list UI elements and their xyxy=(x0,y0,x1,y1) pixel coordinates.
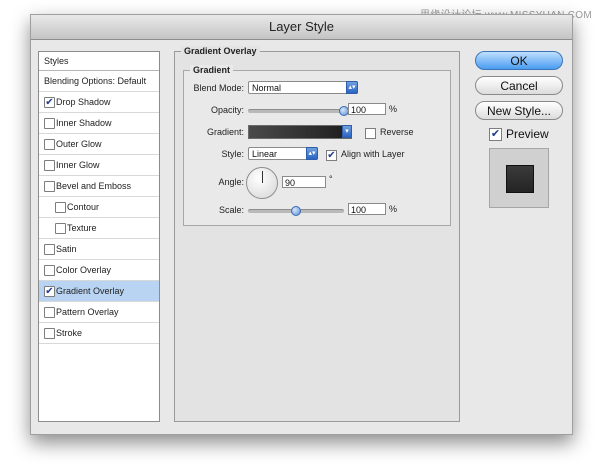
style-item-pattern-overlay[interactable]: Pattern Overlay xyxy=(39,302,159,323)
up-down-arrows-icon: ▴▾ xyxy=(346,81,358,94)
style-item-checkbox[interactable] xyxy=(44,181,55,192)
up-down-arrows-icon: ▴▾ xyxy=(306,147,318,160)
group-title: Gradient Overlay xyxy=(181,46,260,56)
gradient-overlay-panel: Gradient Overlay Gradient Blend Mode: No… xyxy=(174,46,460,422)
style-item-checkbox[interactable] xyxy=(55,223,66,234)
style-item-label: Bevel and Emboss xyxy=(56,181,132,191)
style-item-contour[interactable]: Contour xyxy=(39,197,159,218)
style-item-checkbox[interactable] xyxy=(44,244,55,255)
style-item-checkbox[interactable] xyxy=(44,139,55,150)
angle-dial[interactable] xyxy=(246,167,278,199)
opacity-unit: % xyxy=(389,104,398,114)
blend-mode-label: Blend Mode: xyxy=(193,83,244,93)
styles-list: Blending Options: Default ✔ Drop Shadow Inn… xyxy=(39,71,159,344)
opacity-label: Opacity: xyxy=(210,105,244,115)
style-item-label: Inner Glow xyxy=(56,160,100,170)
new-style-button[interactable]: New Style... xyxy=(475,101,563,120)
checkmark-icon: ✔ xyxy=(45,286,54,297)
layer-style-dialog: Layer Style Styles Blending Options: Def… xyxy=(30,14,573,435)
align-with-layer-label: Align with Layer xyxy=(341,149,405,159)
style-item-label: Blending Options: Default xyxy=(44,76,147,86)
checkmark-icon: ✔ xyxy=(327,150,336,161)
reverse-label: Reverse xyxy=(380,127,414,137)
preview-label: Preview xyxy=(506,127,549,141)
scale-label: Scale: xyxy=(218,205,244,215)
style-item-inner-shadow[interactable]: Inner Shadow xyxy=(39,113,159,134)
scale-input[interactable]: 100 xyxy=(348,203,386,215)
style-item-inner-glow[interactable]: Inner Glow xyxy=(39,155,159,176)
style-label: Style: xyxy=(221,149,244,159)
style-item-color-overlay[interactable]: Color Overlay xyxy=(39,260,159,281)
style-item-bevel-and-emboss[interactable]: Bevel and Emboss xyxy=(39,176,159,197)
gradient-label: Gradient: xyxy=(206,127,244,137)
style-item-label: Pattern Overlay xyxy=(56,307,119,317)
style-select[interactable]: Linear ▴▾ xyxy=(248,147,318,160)
style-item-gradient-overlay[interactable]: ✔ Gradient Overlay xyxy=(39,281,159,302)
style-item-checkbox[interactable] xyxy=(44,328,55,339)
ok-button[interactable]: OK xyxy=(475,51,563,70)
preview-checkbox[interactable]: ✔ xyxy=(489,128,502,141)
scale-slider[interactable] xyxy=(248,206,344,216)
style-value: Linear xyxy=(252,149,278,159)
style-item-label: Satin xyxy=(56,244,77,254)
subgroup-title: Gradient xyxy=(190,65,234,75)
style-item-texture[interactable]: Texture xyxy=(39,218,159,239)
angle-needle xyxy=(262,171,263,183)
style-item-label: Color Overlay xyxy=(56,265,112,275)
style-item-label: Texture xyxy=(67,223,97,233)
style-item-label: Contour xyxy=(67,202,100,212)
style-item-label: Stroke xyxy=(56,328,83,338)
style-item-checkbox[interactable] xyxy=(44,160,55,171)
scale-slider-thumb[interactable] xyxy=(291,206,301,216)
checkmark-icon: ✔ xyxy=(490,128,501,140)
style-item-checkbox[interactable] xyxy=(55,202,66,213)
angle-input[interactable]: 90 xyxy=(282,176,326,188)
style-item-label: Gradient Overlay xyxy=(56,286,125,296)
style-preview xyxy=(489,148,549,208)
style-item-satin[interactable]: Satin xyxy=(39,239,159,260)
dialog-title: Layer Style xyxy=(31,15,572,40)
styles-list-panel: Styles Blending Options: Default ✔ Drop Sh… xyxy=(38,51,160,422)
style-item-stroke[interactable]: Stroke xyxy=(39,323,159,344)
style-item-checkbox[interactable] xyxy=(44,118,55,129)
blend-mode-value: Normal xyxy=(252,83,282,93)
opacity-input[interactable]: 100 xyxy=(348,103,386,115)
opacity-slider[interactable] xyxy=(248,106,349,116)
style-item-label: Drop Shadow xyxy=(56,97,111,107)
styles-header[interactable]: Styles xyxy=(39,52,159,71)
scale-unit: % xyxy=(389,204,398,214)
dropdown-arrow-icon: ▾ xyxy=(342,125,352,138)
style-item-label: Outer Glow xyxy=(56,139,102,149)
style-item-checkbox[interactable] xyxy=(44,307,55,318)
checkmark-icon: ✔ xyxy=(45,97,54,108)
style-item-drop-shadow[interactable]: ✔ Drop Shadow xyxy=(39,92,159,113)
style-item-blending-options-default[interactable]: Blending Options: Default xyxy=(39,71,159,92)
reverse-checkbox[interactable] xyxy=(365,128,376,139)
style-item-checkbox[interactable]: ✔ xyxy=(44,286,55,297)
angle-unit: ° xyxy=(329,174,333,184)
style-item-label: Inner Shadow xyxy=(56,118,112,128)
gradient-picker[interactable]: ▾ xyxy=(248,125,352,139)
style-item-checkbox[interactable]: ✔ xyxy=(44,97,55,108)
gradient-group-box: Gradient Blend Mode: Normal ▴▾ Opacity: … xyxy=(183,65,451,226)
preview-swatch xyxy=(506,165,534,193)
style-item-outer-glow[interactable]: Outer Glow xyxy=(39,134,159,155)
style-item-checkbox[interactable] xyxy=(44,265,55,276)
align-with-layer-checkbox[interactable]: ✔ xyxy=(326,150,337,161)
angle-label: Angle: xyxy=(218,177,244,187)
blend-mode-select[interactable]: Normal ▴▾ xyxy=(248,81,358,94)
cancel-button[interactable]: Cancel xyxy=(475,76,563,95)
